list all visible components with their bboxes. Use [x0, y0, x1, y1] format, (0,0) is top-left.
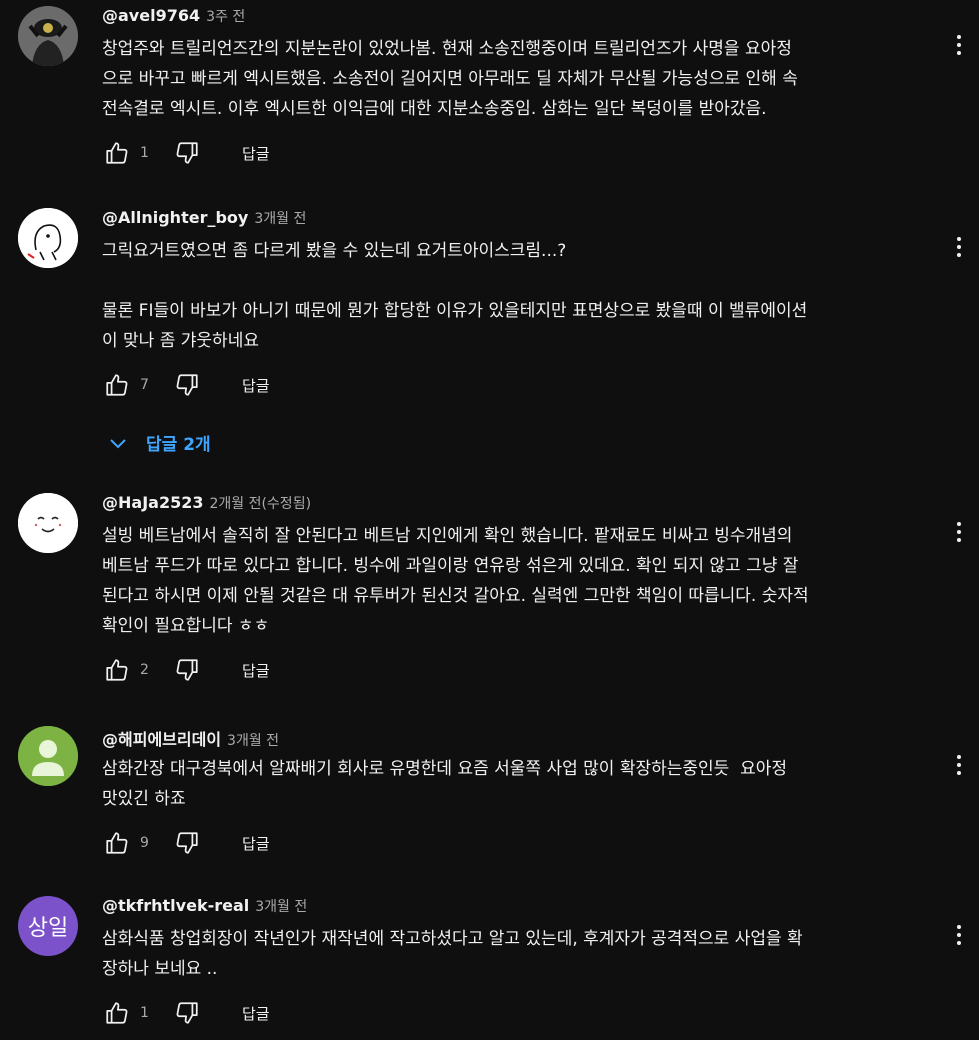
comment-time[interactable]: 3개월 전 — [227, 730, 279, 750]
thumbs-up-icon — [106, 832, 128, 854]
comment-actions: 7 답글 — [102, 370, 942, 400]
author-name[interactable]: @avel9764 — [102, 6, 200, 25]
comment-header: @tkfrhtlvek-real 3개월 전 — [102, 896, 942, 920]
chevron-down-icon — [110, 438, 126, 448]
more-options-icon[interactable] — [949, 750, 969, 780]
comment-header: @해피에브리데이 3개월 전 — [102, 726, 942, 750]
thumbs-down-icon — [176, 832, 198, 854]
doodle-character-avatar[interactable] — [18, 208, 78, 268]
thumbs-down-icon — [176, 1002, 198, 1024]
comment-content: @해피에브리데이 3개월 전 삼화간장 대구경북에서 알짜배기 회사로 유명한데… — [102, 726, 942, 858]
like-button[interactable] — [102, 655, 132, 685]
smiley-face-avatar[interactable] — [18, 493, 78, 553]
comment-actions: 2 답글 — [102, 655, 942, 685]
reply-button[interactable]: 답글 — [242, 833, 270, 854]
comment-header: @HaJa2523 2개월 전(수정됨) — [102, 493, 942, 517]
comment-actions: 9 답글 — [102, 828, 942, 858]
comment-header: @avel9764 3주 전 — [102, 6, 942, 30]
reply-button[interactable]: 답글 — [242, 1003, 270, 1024]
comment-text: 설빙 베트남에서 솔직히 잘 안된다고 베트남 지인에게 확인 했습니다. 팥재… — [102, 526, 809, 636]
comment-actions: 1 답글 — [102, 138, 942, 168]
comment-text: 삼화간장 대구경북에서 알짜배기 회사로 유명한데 요즘 서울쪽 사업 많이 확… — [102, 759, 788, 809]
like-button[interactable] — [102, 370, 132, 400]
replies-count-label: 답글 2개 — [146, 435, 211, 455]
like-count: 1 — [140, 1005, 149, 1021]
avatar-initials: 상일 — [27, 916, 69, 941]
comment-time[interactable]: 2개월 전(수정됨) — [209, 493, 311, 513]
comment-time[interactable]: 3개월 전 — [254, 208, 306, 228]
comment-content: @avel9764 3주 전 창업주와 트릴리언즈간의 지분논란이 있었나봄. … — [102, 6, 942, 168]
dislike-button[interactable] — [172, 138, 202, 168]
like-count: 2 — [140, 662, 149, 678]
default-user-avatar[interactable] — [18, 726, 78, 786]
thumbs-up-icon — [106, 142, 128, 164]
dislike-button[interactable] — [172, 828, 202, 858]
reply-button[interactable]: 답글 — [242, 143, 270, 164]
robot-figure-avatar[interactable] — [18, 6, 78, 66]
thumbs-up-icon — [106, 374, 128, 396]
comment-text: 창업주와 트릴리언즈간의 지분논란이 있었나봄. 현재 소송진행중이며 트릴리언… — [102, 39, 798, 119]
comment-actions: 1 답글 — [102, 998, 942, 1028]
dislike-button[interactable] — [172, 998, 202, 1028]
comment-content: @HaJa2523 2개월 전(수정됨) 설빙 베트남에서 솔직히 잘 안된다고… — [102, 493, 942, 685]
like-button[interactable] — [102, 828, 132, 858]
more-options-icon[interactable] — [949, 232, 969, 262]
comment-content: @tkfrhtlvek-real 3개월 전 삼화식품 창업회장이 작년인가 재… — [102, 896, 942, 1028]
initials-avatar[interactable]: 상일 — [18, 896, 78, 956]
reply-button[interactable]: 답글 — [242, 660, 270, 681]
author-name[interactable]: @tkfrhtlvek-real — [102, 896, 249, 915]
thumbs-down-icon — [176, 374, 198, 396]
comment-content: @Allnighter_boy 3개월 전 그릭요거트였으면 좀 다르게 봤을 … — [102, 208, 942, 400]
author-name[interactable]: @HaJa2523 — [102, 493, 203, 512]
more-options-icon[interactable] — [949, 30, 969, 60]
more-options-icon[interactable] — [949, 920, 969, 950]
comment-time[interactable]: 3주 전 — [206, 6, 245, 26]
thumbs-up-icon — [106, 1002, 128, 1024]
thumbs-up-icon — [106, 659, 128, 681]
comment-time[interactable]: 3개월 전 — [255, 896, 307, 916]
thumbs-down-icon — [176, 142, 198, 164]
like-count: 7 — [140, 377, 149, 393]
author-name[interactable]: @Allnighter_boy — [102, 208, 248, 227]
comment-text: 삼화식품 창업회장이 작년인가 재작년에 작고하셨다고 알고 있는데, 후계자가… — [102, 929, 803, 979]
like-count: 9 — [140, 835, 149, 851]
like-button[interactable] — [102, 998, 132, 1028]
thumbs-down-icon — [176, 659, 198, 681]
like-count: 1 — [140, 145, 149, 161]
view-replies-button[interactable]: 답글 2개 — [106, 430, 211, 455]
author-name[interactable]: @해피에브리데이 — [102, 726, 221, 750]
comment-header: @Allnighter_boy 3개월 전 — [102, 208, 942, 232]
reply-button[interactable]: 답글 — [242, 375, 270, 396]
like-button[interactable] — [102, 138, 132, 168]
dislike-button[interactable] — [172, 655, 202, 685]
more-options-icon[interactable] — [949, 517, 969, 547]
comment-text: 그릭요거트였으면 좀 다르게 봤을 수 있는데 요거트아이스크림...? 물론 … — [102, 241, 808, 351]
dislike-button[interactable] — [172, 370, 202, 400]
